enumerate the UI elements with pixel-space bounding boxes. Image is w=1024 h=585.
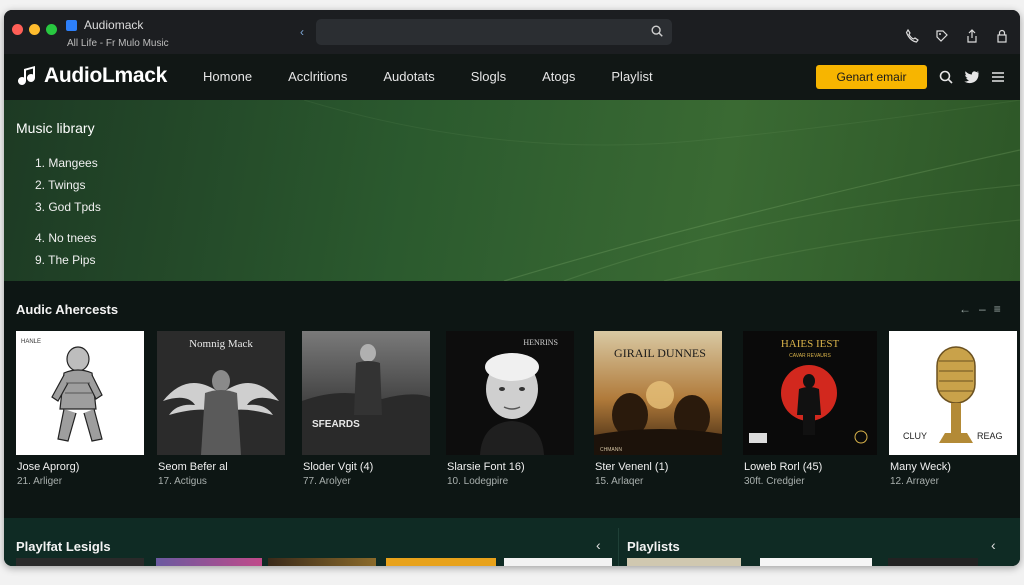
nav-link-playlist[interactable]: Playlist [611,69,652,84]
svg-text:REAG: REAG [977,431,1003,441]
album-cover[interactable]: SFEARDS [302,331,430,455]
section-title: Audic Ahercests [16,302,119,317]
maximize-window-button[interactable] [46,24,57,35]
main-navigation: AudioLmack Homone Acclritions Audotats S… [4,54,1020,100]
address-bar[interactable] [316,19,672,45]
browser-window: Audiomack All Life - Fr Mulo Music ‹ Aud… [4,10,1020,566]
svg-text:CLUY: CLUY [903,431,927,441]
album-cover[interactable]: Nomnig Mack [157,331,285,455]
album-card[interactable]: HAIES IEST CAVAR REVAURS Loweb Rorl (45)… [743,331,877,487]
back-button[interactable]: ‹ [300,25,304,39]
hero-banner: Music library 1. Mangees 2. Twings 3. Go… [4,100,1020,281]
right-section-title: Playlists [627,539,680,554]
nav-link-slogls[interactable]: Slogls [471,69,506,84]
playlist-thumb[interactable] [888,558,978,566]
search-icon[interactable] [938,69,954,85]
tab-title[interactable]: Audiomack [84,18,143,32]
album-card[interactable]: Nomnig Mack Seom Befer al 17. Actigus [157,331,285,487]
twitter-icon[interactable] [964,69,980,85]
browser-toolbar [904,28,1010,44]
album-artist: 21. Arliger [17,476,63,487]
menu-icon[interactable] [990,69,1006,85]
album-cover[interactable]: HAIES IEST CAVAR REVAURS [743,331,877,455]
search-icon[interactable] [650,24,664,38]
logo-text: AudioLmack [44,64,168,87]
logo[interactable]: AudioLmack [18,63,167,89]
lock-icon[interactable] [994,28,1010,44]
tag-icon[interactable] [934,28,950,44]
tab-subtitle: All Life - Fr Mulo Music [67,38,169,49]
album-title[interactable]: Ster Venenl (1) [595,461,668,473]
music-note-icon [18,66,35,85]
album-title[interactable]: Jose Aprorg) [17,461,79,473]
album-title[interactable]: Many Weck) [890,461,951,473]
album-card[interactable]: CLUY REAG Many Weck) 12. Arrayer [889,331,1017,487]
album-artist: 15. Arlaqer [595,476,644,487]
playlist-thumb[interactable] [627,558,741,566]
svg-text:Nomnig Mack: Nomnig Mack [189,338,253,350]
close-window-button[interactable] [12,24,23,35]
album-cover[interactable]: HENRINS [446,331,574,455]
section-controls: ← – ≡ [959,302,1001,316]
browser-chrome: Audiomack All Life - Fr Mulo Music ‹ [4,10,1020,54]
chevron-left-icon[interactable]: ‹ [596,537,601,553]
nav-link-home[interactable]: Homone [203,69,252,84]
hero-list-item[interactable]: 2. Twings [35,178,85,192]
album-card[interactable]: HENRINS Slarsie Font 16) 10. Lodegpire [446,331,574,487]
svg-text:HAIES IEST: HAIES IEST [781,338,840,350]
cta-button[interactable]: Genart emair [816,65,927,89]
left-section-title: Playlfat Lesigls [16,539,111,554]
hero-list-item[interactable]: 1. Mangees [35,156,98,170]
playlist-thumb[interactable] [504,558,612,566]
hero-list-item[interactable]: 4. No tnees [35,231,96,245]
hero-list-item[interactable]: 3. God Tpds [35,200,101,214]
nav-links: Homone Acclritions Audotats Slogls Atogs… [203,69,689,84]
album-title[interactable]: Sloder Vgit (4) [303,461,373,473]
svg-text:SFEARDS: SFEARDS [312,419,360,430]
svg-text:HENRINS: HENRINS [523,338,558,347]
playlist-thumb[interactable] [386,558,496,566]
album-artist: 10. Lodegpire [447,476,509,487]
album-artist: 30ft. Credgier [744,476,805,487]
album-artist: 17. Actigus [158,476,207,487]
svg-text:CHMANN: CHMANN [600,447,622,453]
list-icon[interactable]: ≡ [994,302,1001,316]
tab-favicon-icon [66,20,77,31]
album-title[interactable]: Seom Befer al [158,461,228,473]
svg-text:GIRAIL DUNNES: GIRAIL DUNNES [614,346,706,360]
hero-list-item[interactable]: 9. The Pips [35,253,95,267]
album-cover[interactable]: CLUY REAG [889,331,1017,455]
svg-text:CAVAR REVAURS: CAVAR REVAURS [789,353,831,359]
album-cover[interactable]: GIRAIL DUNNES CHMANN [594,331,722,455]
hero-title: Music library [16,120,95,136]
album-cover[interactable]: HANLE [16,331,144,455]
nav-icons [938,69,1006,85]
album-title[interactable]: Loweb Rorl (45) [744,461,822,473]
playlist-thumb[interactable] [268,558,376,566]
phone-icon[interactable] [904,28,920,44]
wave-decoration [303,100,1020,281]
playlist-thumb[interactable] [760,558,872,566]
album-card[interactable]: HANLE Jose Aprorg) 21. Arliger [16,331,144,487]
minimize-window-button[interactable] [29,24,40,35]
minus-icon[interactable]: – [979,302,986,316]
album-title[interactable]: Slarsie Font 16) [447,461,525,473]
playlist-thumb[interactable] [16,558,144,566]
album-artist: 12. Arrayer [890,476,939,487]
share-icon[interactable] [964,28,980,44]
scroll-left-icon[interactable]: ← [959,302,971,316]
nav-link-atogs[interactable]: Atogs [542,69,575,84]
album-card[interactable]: GIRAIL DUNNES CHMANN Ster Venenl (1) 15.… [594,331,722,487]
album-card[interactable]: SFEARDS Sloder Vgit (4) 77. Arolyer [302,331,430,487]
nav-link-audotats[interactable]: Audotats [383,69,434,84]
nav-link-acclritions[interactable]: Acclritions [288,69,347,84]
window-controls [12,24,57,35]
chevron-left-icon[interactable]: ‹ [991,537,996,553]
album-artist: 77. Arolyer [303,476,351,487]
playlist-thumb[interactable] [156,558,262,566]
cover-text: HANLE [21,339,41,345]
section-divider [618,528,619,566]
